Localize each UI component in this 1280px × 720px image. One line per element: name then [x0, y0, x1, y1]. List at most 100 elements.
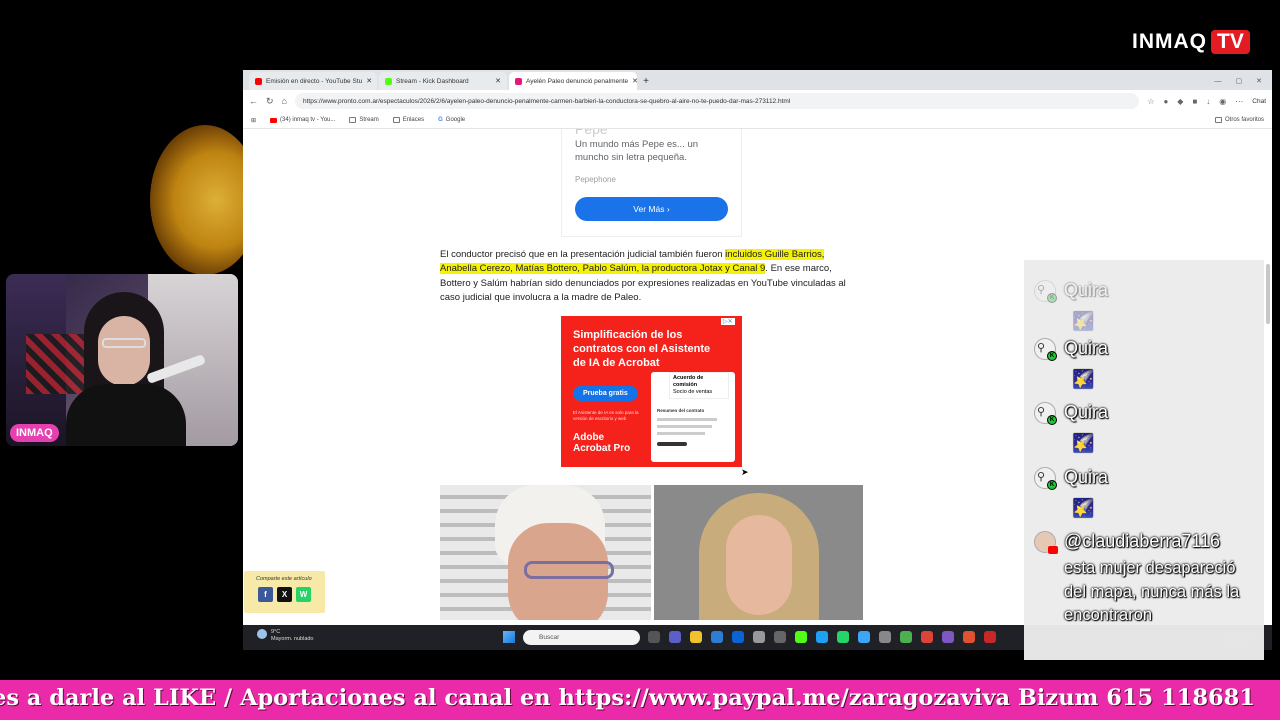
url-field[interactable]: https://www.pronto.com.ar/espectaculos/2…	[294, 93, 1140, 109]
taskbar-search[interactable]: Buscar	[523, 630, 640, 645]
star-icon[interactable]: ☆	[1147, 97, 1154, 106]
app-icon[interactable]	[963, 631, 975, 643]
kick-icon	[385, 77, 392, 85]
extension-icon[interactable]: ●	[1163, 97, 1168, 106]
file-explorer-icon[interactable]	[690, 631, 702, 643]
tab-pronto-article[interactable]: Ayelén Paleo denunció penalmente ✕	[509, 72, 637, 90]
ad-choices-icon[interactable]: ▷✕	[721, 318, 735, 325]
donation-ticker: es a darle al LIKE / Aportaciones al can…	[0, 680, 1280, 720]
ver-mas-button[interactable]: Ver Más ›	[575, 197, 728, 221]
chrome-icon[interactable]	[921, 631, 933, 643]
window-controls: — ▢ ✕	[1215, 72, 1273, 90]
kick-icon[interactable]	[795, 631, 807, 643]
youtube-icon	[255, 77, 262, 85]
store-icon[interactable]	[711, 631, 723, 643]
close-icon[interactable]: ✕	[366, 77, 372, 85]
profile-icon[interactable]: ◉	[1219, 97, 1226, 106]
bookmark-folder[interactable]: Stream	[349, 117, 379, 123]
ad-disclaimer: El Asistente de IA es solo para la versi…	[573, 410, 639, 421]
ad-headline: Simplificación de los contratos con el A…	[573, 329, 711, 369]
app-icon[interactable]	[753, 631, 765, 643]
home-icon[interactable]: ⌂	[282, 96, 287, 106]
chat-text: esta mujer desapareció del mapa, nunca m…	[1064, 559, 1240, 624]
edge-icon[interactable]	[816, 631, 828, 643]
adobe-acrobat-ad[interactable]: Simplificación de los contratos con el A…	[561, 316, 742, 467]
mouse-cursor-icon: ➤	[741, 467, 749, 477]
close-window-icon[interactable]: ✕	[1256, 77, 1262, 85]
avatar: ⚲ K	[1034, 467, 1057, 490]
pinned-apps	[648, 631, 996, 643]
avatar: ⚲ K	[1034, 338, 1057, 361]
folder-icon	[1214, 117, 1222, 123]
whatsapp-icon[interactable]	[837, 631, 849, 643]
folder-icon	[349, 117, 357, 123]
kick-icon: K	[1047, 480, 1057, 490]
kick-icon: K	[1047, 293, 1057, 303]
reload-icon[interactable]: ↻	[266, 96, 274, 107]
close-icon[interactable]: ✕	[632, 77, 637, 85]
pronto-icon	[515, 77, 522, 85]
ad-advertiser: Pepephone	[575, 175, 616, 184]
folder-icon	[392, 117, 400, 123]
mail-icon[interactable]	[732, 631, 744, 643]
task-view-icon[interactable]	[648, 631, 660, 643]
try-free-button[interactable]: Prueba gratis	[573, 386, 638, 401]
tab-label: Stream - Kick Dashboard	[396, 77, 469, 85]
app-icon[interactable]	[879, 631, 891, 643]
extension-icon[interactable]: ■	[1192, 97, 1197, 106]
x-icon[interactable]: X	[277, 587, 292, 602]
other-bookmarks[interactable]: Otros favoritos	[1214, 117, 1264, 123]
stream-overlay: INMAQ TV INMAQ Emisión en directo - YouT…	[0, 0, 1280, 720]
webcam-badge: INMAQ	[10, 424, 59, 442]
bookmark-item[interactable]: G Google	[438, 117, 465, 123]
cloud-icon	[257, 629, 267, 639]
avatar: ⚲ K	[1034, 280, 1057, 303]
app-icon[interactable]	[984, 631, 996, 643]
teams-icon[interactable]	[669, 631, 681, 643]
brand-logo: INMAQ TV	[1132, 30, 1250, 54]
chat-username: Quira	[1064, 467, 1109, 487]
download-icon[interactable]: ↓	[1206, 97, 1210, 106]
pepephone-ad[interactable]: Pepe Un mundo más Pepe es... un muncho s…	[561, 129, 742, 237]
start-button[interactable]	[503, 631, 515, 643]
tab-youtube-studio[interactable]: Emisión en directo - YouTube Stu ✕	[249, 72, 377, 90]
chat-username: Quira	[1064, 338, 1109, 358]
chat-emote: 🌠	[1072, 433, 1095, 453]
chat-scrollbar[interactable]	[1266, 264, 1270, 324]
tab-label: Emisión en directo - YouTube Stu	[266, 77, 363, 85]
whatsapp-icon[interactable]: W	[296, 587, 311, 602]
tab-strip: Emisión en directo - YouTube Stu ✕ Strea…	[243, 70, 1272, 90]
minimize-icon[interactable]: —	[1215, 78, 1222, 85]
contract-tag: Acuerdo de comisión Socio de ventas	[669, 372, 729, 399]
live-chat-overlay: ⚲ K Quira 🌠 ⚲ K Quira 🌠 ⚲ K Quira 🌠 ⚲ K Quir…	[1024, 240, 1274, 660]
apps-icon[interactable]: ⊞	[251, 117, 256, 124]
extension-icon[interactable]: ◆	[1177, 97, 1183, 106]
chrome-icon[interactable]	[858, 631, 870, 643]
chat-emote: 🌠	[1072, 311, 1095, 331]
menu-icon[interactable]: ⋯	[1235, 97, 1243, 106]
new-tab-button[interactable]: +	[639, 72, 653, 90]
chat-username: Quira	[1064, 402, 1109, 422]
back-icon[interactable]: ←	[249, 96, 258, 106]
article-photo-ayelen-paleo	[654, 485, 863, 620]
bookmark-folder[interactable]: Enlaces	[392, 117, 424, 123]
app-icon[interactable]	[900, 631, 912, 643]
app-icon[interactable]	[774, 631, 786, 643]
maximize-icon[interactable]: ▢	[1236, 77, 1243, 85]
tab-kick-dashboard[interactable]: Stream - Kick Dashboard ✕	[379, 72, 507, 90]
chat-button[interactable]: Chat	[1252, 98, 1266, 105]
close-icon[interactable]: ✕	[495, 77, 501, 85]
adobe-logo: Adobe Acrobat Pro	[573, 432, 631, 454]
kick-icon: K	[1047, 415, 1057, 425]
facebook-icon[interactable]: f	[258, 587, 273, 602]
bookmark-item[interactable]: (34) inmaq tv - You...	[270, 117, 335, 123]
app-icon[interactable]	[942, 631, 954, 643]
avatar: ⚲ K	[1034, 402, 1057, 425]
bookmarks-bar: ⊞ (34) inmaq tv - You... Stream Enlaces …	[243, 112, 1272, 129]
google-icon: G	[438, 117, 443, 123]
youtube-icon	[1048, 546, 1058, 554]
tab-label: Ayelén Paleo denunció penalmente	[526, 77, 629, 85]
weather-widget[interactable]: 9°C Mayorm. nublado	[257, 629, 314, 642]
ticker-text: es a darle al LIKE / Aportaciones al can…	[0, 685, 1255, 711]
avatar	[1034, 531, 1058, 554]
